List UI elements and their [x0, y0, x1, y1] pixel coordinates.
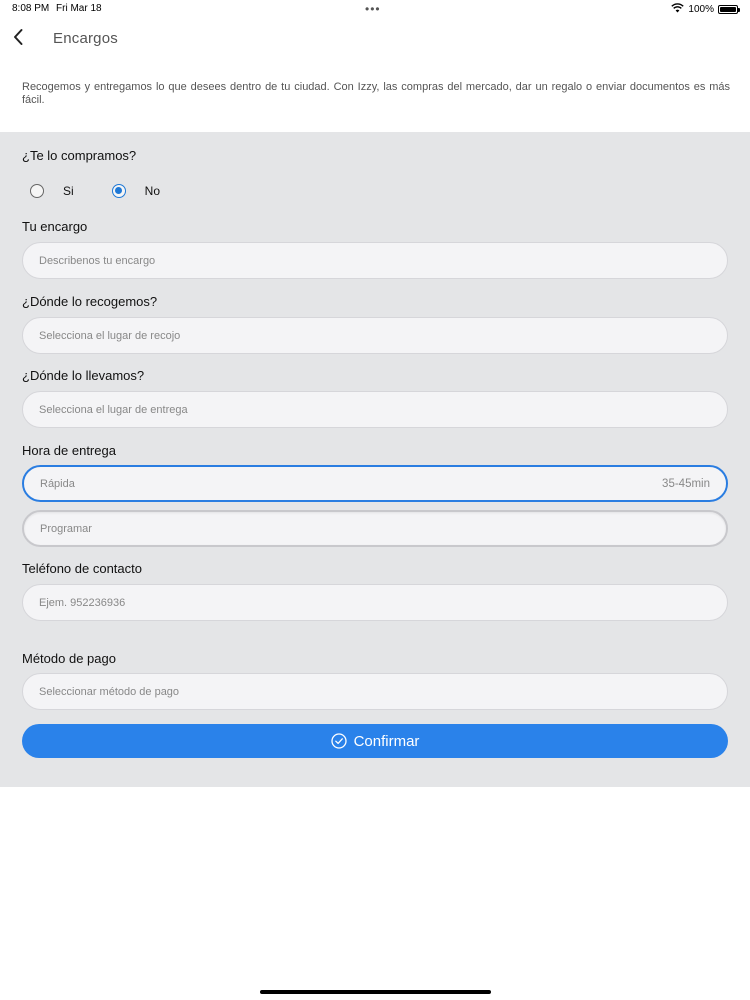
intro-text: Recogemos y entregamos lo que desees den…	[22, 81, 730, 106]
back-button[interactable]	[8, 26, 28, 52]
battery-percent: 100%	[688, 4, 714, 15]
pickup-location-field[interactable]: Selecciona el lugar de recojo	[22, 317, 728, 354]
chevron-left-icon	[12, 28, 24, 51]
wifi-icon	[671, 3, 685, 16]
order-input[interactable]: Describenos tu encargo	[22, 242, 728, 279]
nav-bar: Encargos	[0, 24, 750, 54]
phone-placeholder: Ejem. 952236936	[39, 596, 126, 609]
delivery-fast-eta: 35-45min	[662, 477, 710, 490]
delivery-fast-option[interactable]: Rápida 35-45min	[22, 465, 728, 502]
battery-icon	[718, 5, 740, 14]
page-title: Encargos	[53, 30, 118, 47]
phone-input[interactable]: Ejem. 952236936	[22, 584, 728, 621]
confirm-label: Confirmar	[353, 732, 420, 750]
delivery-schedule-option[interactable]: Programar	[22, 510, 728, 547]
order-placeholder: Describenos tu encargo	[39, 254, 156, 267]
status-right: 100%	[671, 3, 740, 16]
pickup-placeholder: Selecciona el lugar de recojo	[39, 329, 181, 342]
payment-placeholder: Seleccionar método de pago	[39, 685, 180, 698]
payment-method-field[interactable]: Seleccionar método de pago	[22, 673, 728, 710]
dropoff-label: ¿Dónde lo llevamos?	[22, 368, 145, 383]
radio-no[interactable]	[111, 184, 126, 198]
pickup-label: ¿Dónde lo recogemos?	[22, 294, 158, 309]
delivery-fast-label: Rápida	[40, 477, 75, 490]
radio-option-no[interactable]: No	[111, 184, 161, 198]
multitasking-dots-icon[interactable]: •••	[365, 2, 381, 16]
radio-option-si[interactable]: Si	[30, 184, 74, 198]
confirm-button[interactable]: Confirmar	[22, 724, 728, 758]
home-indicator[interactable]	[260, 990, 491, 994]
buy-question-label: ¿Te lo compramos?	[22, 148, 137, 163]
status-date: Fri Mar 18	[56, 3, 102, 14]
phone-label: Teléfono de contacto	[22, 561, 142, 576]
dropoff-placeholder: Selecciona el lugar de entrega	[39, 403, 188, 416]
status-bar: 8:08 PM Fri Mar 18 ••• 100%	[0, 0, 750, 18]
order-label: Tu encargo	[22, 219, 88, 234]
delivery-schedule-label: Programar	[40, 522, 92, 535]
dropoff-location-field[interactable]: Selecciona el lugar de entrega	[22, 391, 728, 428]
buy-question-radio-group: Si No	[30, 182, 160, 200]
check-circle-icon	[330, 733, 347, 749]
payment-label: Método de pago	[22, 651, 116, 666]
radio-si[interactable]	[30, 184, 44, 198]
radio-no-label: No	[144, 184, 161, 198]
delivery-time-label: Hora de entrega	[22, 443, 116, 458]
radio-si-label: Si	[63, 184, 74, 198]
status-time: 8:08 PM	[12, 3, 50, 14]
